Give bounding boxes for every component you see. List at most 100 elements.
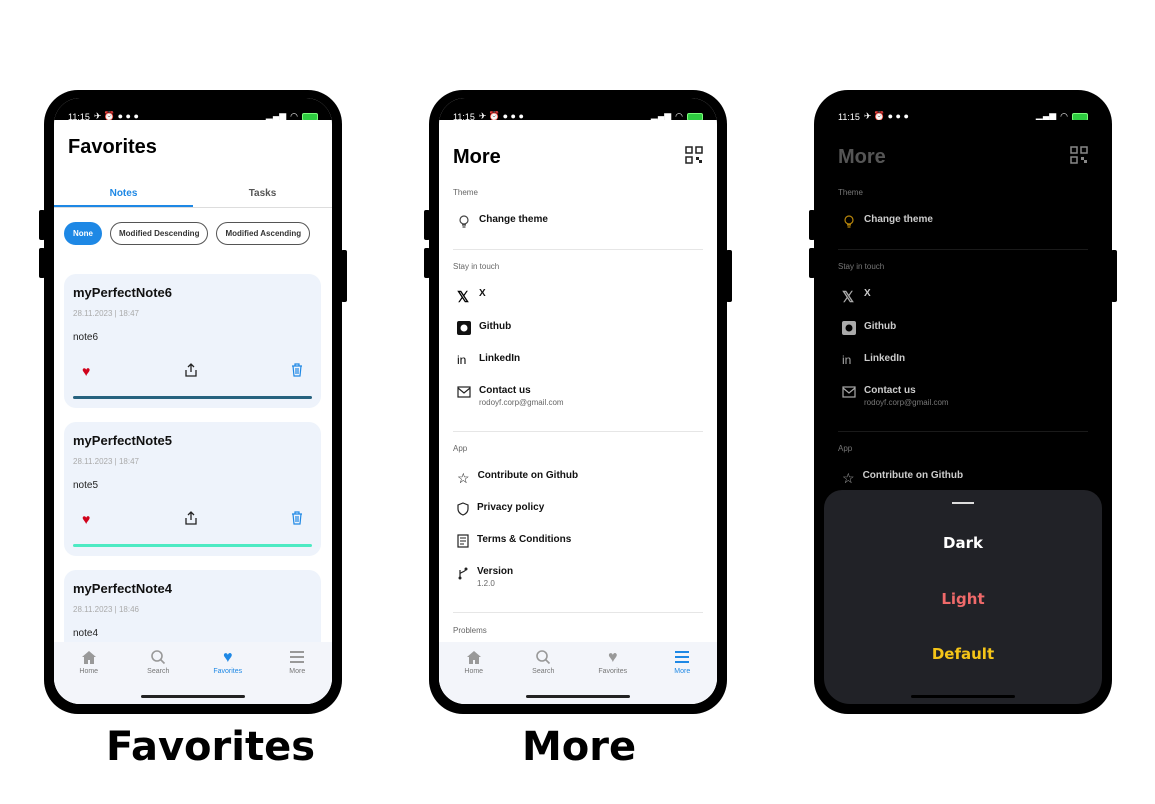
screen: 11:15 ✈ ⏰ ● ● ● ▂▄▆ ◠ More Theme Change th… [824,98,1102,704]
menu-icon [263,650,333,666]
x-label: X [864,288,871,299]
share-icon[interactable] [185,363,197,382]
contact-label: Contact us [479,385,531,396]
share-icon[interactable] [185,511,197,530]
mail-icon [842,385,856,403]
section-problems: Problems [453,626,487,635]
heart-icon[interactable]: ♥ [82,511,90,530]
star-icon: ☆ [457,470,470,486]
linkedin-item[interactable]: in LinkedIn [457,353,520,367]
chip-none[interactable]: None [64,222,102,245]
qr-code-icon[interactable] [1070,146,1088,169]
note-color-bar [73,544,312,547]
trash-icon[interactable] [291,511,303,530]
x-logo-icon: 𝕏 [457,289,470,306]
change-theme-label: Change theme [864,214,933,225]
theme-bottom-sheet: Dark Light Default [824,490,1102,704]
x-item[interactable]: 𝕏 X [457,288,486,306]
note-body: note6 [73,332,99,343]
power-button [726,250,732,302]
chip-modified-ascending[interactable]: Modified Ascending [216,222,311,245]
divider [838,431,1088,432]
nav-more-label: More [674,668,691,675]
divider [838,249,1088,250]
linkedin-item[interactable]: in LinkedIn [842,353,905,367]
nav-favorites-label: Favorites [598,668,628,675]
tab-bar: Notes Tasks [54,182,332,208]
menu-icon [648,650,718,666]
note-card[interactable]: myPerfectNote6 28.11.2023 | 18:47 note6 … [64,274,321,408]
contribute-item[interactable]: ☆ Contribute on Github [457,470,578,487]
home-indicator [526,695,630,698]
nav-home[interactable]: Home [54,642,124,704]
note-color-bar [73,396,312,399]
home-indicator [911,695,1015,698]
contribute-label: Contribute on Github [477,470,579,481]
terms-label: Terms & Conditions [477,534,572,545]
shield-icon [457,502,469,521]
linkedin-label: LinkedIn [479,353,521,364]
note-title: myPerfectNote6 [73,285,172,300]
contribute-label: Contribute on Github [862,470,964,481]
tab-tasks[interactable]: Tasks [193,182,332,207]
theme-option-default[interactable]: Default [824,645,1102,663]
x-item[interactable]: 𝕏 X [842,288,871,306]
nav-home-label: Home [79,668,99,675]
x-logo-icon: 𝕏 [842,289,855,306]
divider [453,431,703,432]
contribute-item[interactable]: ☆ Contribute on Github [842,470,963,487]
github-label: Github [864,321,897,332]
version-value: 1.2.0 [477,579,495,588]
github-item[interactable]: Github [457,321,511,340]
divider [453,249,703,250]
side-button [39,210,45,240]
heart-icon[interactable]: ♥ [82,363,90,382]
github-icon [457,321,471,340]
screen: 11:15 ✈ ⏰ ● ● ● ▂▄▆ ◠ More Theme Change th… [439,98,717,704]
home-indicator [141,695,245,698]
note-body: note5 [73,480,99,491]
change-theme-item[interactable]: Change theme [842,214,933,233]
theme-option-dark[interactable]: Dark [824,534,1102,552]
screen: 11:15 ✈ ⏰ ● ● ● ▂▄▆ ◠ Favorites Notes Task… [54,98,332,704]
privacy-item[interactable]: Privacy policy [457,502,544,521]
trash-icon[interactable] [291,363,303,382]
lightbulb-icon [457,214,471,233]
caption-more: More [522,724,637,770]
star-icon: ☆ [842,470,855,486]
nav-more-label: More [289,668,306,675]
github-item[interactable]: Github [842,321,896,340]
nav-more[interactable]: More [648,642,718,704]
section-app: App [453,444,468,453]
caption-favorites: Favorites [106,724,316,770]
document-icon [457,534,469,553]
tab-notes[interactable]: Notes [54,182,193,207]
linkedin-label: LinkedIn [864,353,906,364]
nav-home[interactable]: Home [439,642,509,704]
home-icon [54,650,124,666]
search-icon [124,650,194,666]
contact-item[interactable]: Contact us rodoyf.corp@gmail.com [457,385,564,407]
chip-modified-descending[interactable]: Modified Descending [110,222,209,245]
nav-more[interactable]: More [263,642,333,704]
note-date: 28.11.2023 | 18:46 [73,605,139,614]
section-app: App [838,444,853,453]
privacy-label: Privacy policy [477,502,545,513]
search-icon [509,650,579,666]
note-title: myPerfectNote5 [73,433,172,448]
contact-label: Contact us [864,385,916,396]
note-title: myPerfectNote4 [73,581,172,596]
power-button [1111,250,1117,302]
section-stay-in-touch: Stay in touch [453,262,500,271]
change-theme-item[interactable]: Change theme [457,214,548,233]
qr-code-icon[interactable] [685,146,703,169]
contact-item[interactable]: Contact us rodoyf.corp@gmail.com [842,385,949,407]
x-label: X [479,288,486,299]
terms-item[interactable]: Terms & Conditions [457,534,571,553]
note-date: 28.11.2023 | 18:47 [73,457,139,466]
theme-option-light[interactable]: Light [824,590,1102,608]
note-card[interactable]: myPerfectNote5 28.11.2023 | 18:47 note5 … [64,422,321,556]
heart-icon: ♥ [608,649,618,666]
sheet-handle[interactable] [952,502,974,504]
phone-theme-picker: 11:15 ✈ ⏰ ● ● ● ▂▄▆ ◠ More Theme Change th… [809,90,1117,714]
